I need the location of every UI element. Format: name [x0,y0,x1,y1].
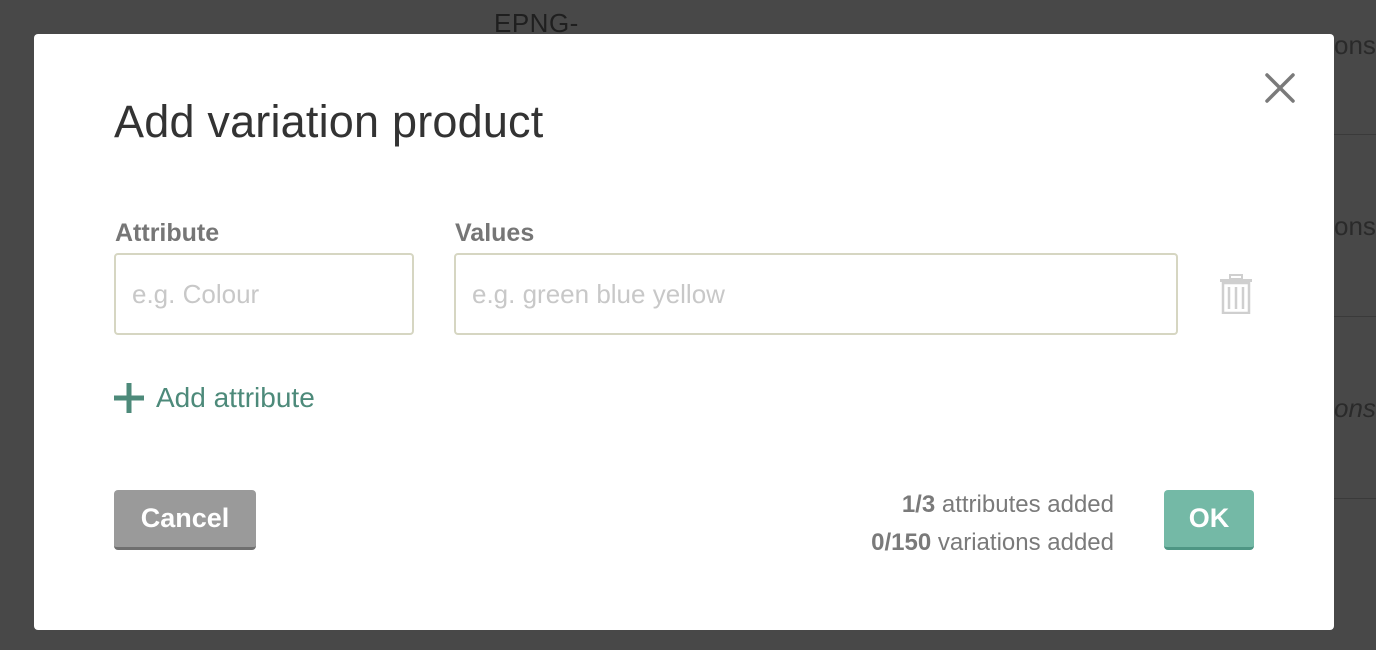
add-attribute-label: Add attribute [156,382,315,413]
ok-button[interactable]: OK [1164,490,1254,550]
background-row-divider [1334,498,1376,499]
variations-suffix: variations added [937,529,1114,556]
values-input[interactable] [454,253,1178,335]
attributes-counter: 1/3 attributes added [871,486,1114,524]
plus-icon [114,383,144,413]
attribute-label: Attribute [115,219,220,247]
variations-counter: 0/150 variations added [871,524,1114,562]
attributes-count: 1/3 [901,491,936,518]
add-variation-modal: Add variation product Attribute Values A… [34,34,1334,630]
background-column-text: ons [1334,211,1376,241]
add-attribute-link[interactable]: Add attribute [114,380,315,416]
attribute-input[interactable] [114,253,414,335]
background-column-text: ons [1334,30,1376,60]
values-label: Values [455,219,535,247]
delete-attribute-button[interactable] [1218,274,1254,315]
background-column-text: ons [1334,393,1376,423]
close-icon [1265,73,1295,103]
close-button[interactable] [1262,70,1298,106]
background-row-divider [1334,316,1376,317]
cancel-button[interactable]: Cancel [114,490,256,550]
modal-title: Add variation product [114,96,544,147]
trash-icon [1220,274,1252,315]
variations-count: 0/150 [871,529,932,556]
background-row-divider [1334,134,1376,135]
progress-counters: 1/3 attributes added 0/150 variations ad… [871,486,1114,562]
attributes-suffix: attributes added [941,491,1114,518]
